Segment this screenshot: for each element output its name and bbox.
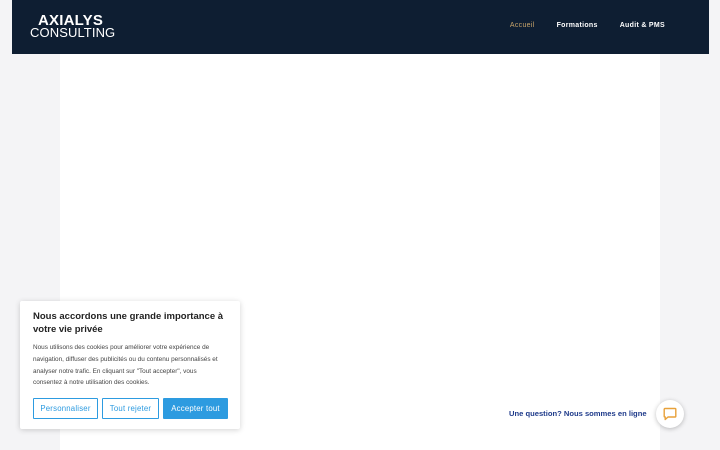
cookie-banner-title: Nous accordons une grande importance à v… [33,311,224,335]
nav-item-audit-pms[interactable]: Audit & PMS [620,20,665,32]
axialys-logo[interactable]: AXIALYS CONSULTING [30,13,130,41]
cookie-banner-text: Nous utilisons des cookies pour améliore… [33,344,218,387]
cookie-banner-actions: Personnaliser Tout rejeter Accepter tout [33,398,228,419]
reject-all-button[interactable]: Tout rejeter [102,398,159,419]
chat-bubble-icon [663,407,677,421]
chat-prompt-label[interactable]: Une question? Nous sommes en ligne [509,408,647,419]
nav-item-accueil[interactable]: Accueil [510,20,535,32]
chat-launcher-button[interactable] [656,400,684,428]
accept-all-button[interactable]: Accepter tout [163,398,228,419]
cookie-banner: Nous accordons une grande importance à v… [20,301,240,429]
site-header: AXIALYS CONSULTING Accueil Formations Au… [12,0,709,54]
nav-item-formations[interactable]: Formations [557,20,598,32]
main-nav: Accueil Formations Audit & PMS [510,20,665,32]
customize-cookies-button[interactable]: Personnaliser [33,398,98,419]
logo-wordmark-bottom: CONSULTING [30,25,116,40]
